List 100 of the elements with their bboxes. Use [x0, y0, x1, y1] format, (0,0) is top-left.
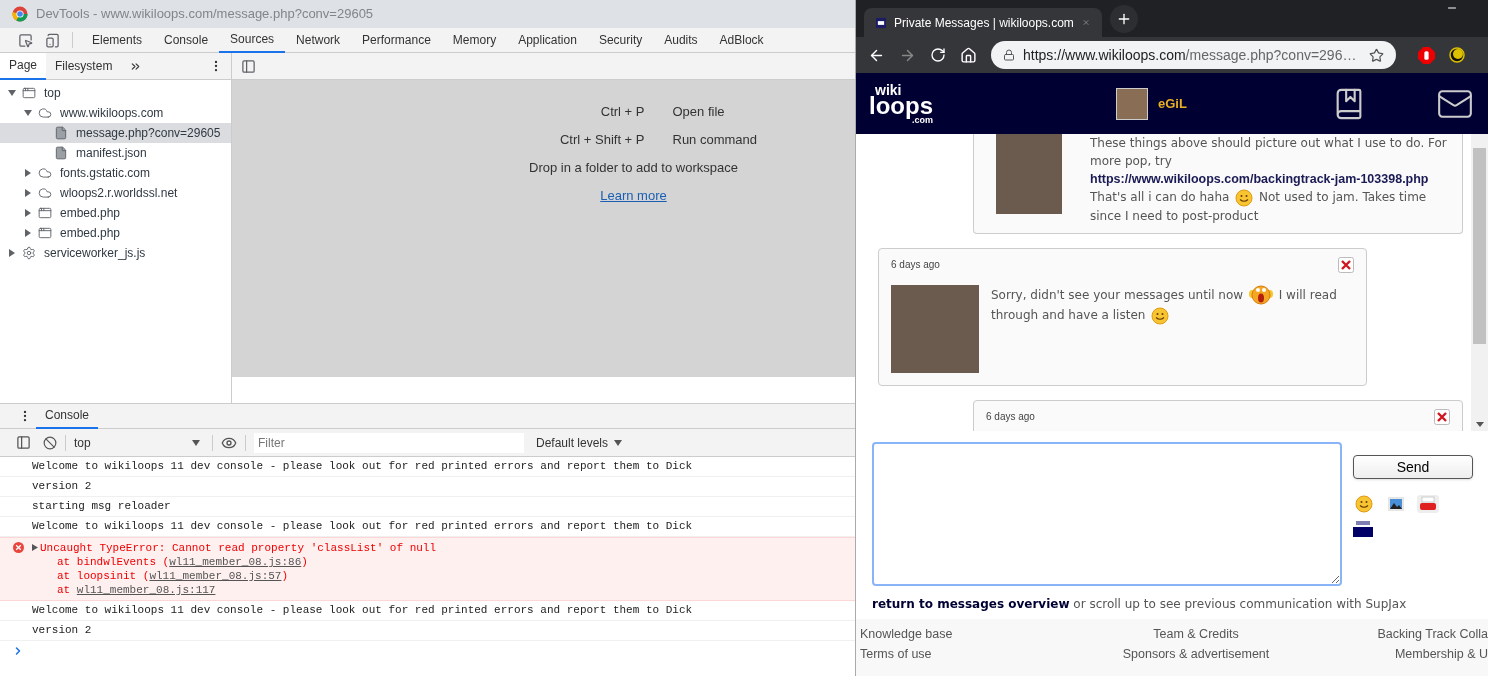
window-title: DevTools - www.wikiloops.com/message.php?conv=29605 [36, 5, 374, 24]
footer-link[interactable]: Team & Credits [1153, 625, 1239, 645]
lock-icon [1003, 49, 1015, 61]
sidebar-toggle-icon[interactable] [16, 435, 31, 450]
source-link[interactable]: wl11_member_08.js:117 [76, 584, 216, 596]
collapsed-arrow-icon[interactable] [24, 229, 32, 237]
photo-placeholder [1116, 87, 1148, 120]
message-text: These things above should picture out what I use to do. For more pop, try https://www.wikiloops.com/backingtrack-jam-103398.php That's all i can do haha Not used to jam. Takes time since I need to post-product [1090, 135, 1448, 225]
message-input[interactable] [872, 442, 1342, 586]
panel-tab[interactable]: Console [153, 27, 220, 53]
send-button[interactable]: Send [1353, 455, 1473, 479]
panel-tab[interactable]: Application [507, 27, 588, 53]
expanded-arrow-icon[interactable] [8, 89, 16, 97]
plus-icon [1116, 11, 1132, 27]
log-message: starting msg reloader [32, 499, 171, 515]
message-link[interactable]: https://www.wikiloops.com/backingtrack-jam-103398.php [1090, 172, 1429, 186]
stack-frame: at loopsinit (wl11_member_08.js:57) [40, 569, 437, 583]
log-message: Welcome to wikiloops 11 dev console - please look out for red printed errors and report them to Dick [32, 519, 693, 535]
log-message: Welcome to wikiloops 11 dev console - please look out for red printed errors and report them to Dick [32, 459, 693, 475]
extension-icon[interactable] [1449, 47, 1465, 63]
address-bar[interactable]: https://www.wikiloops.com/message.php?conv=296… [991, 41, 1396, 69]
tree-item[interactable]: embed.php [0, 223, 231, 243]
source-link[interactable]: wl11_member_08.js:86 [169, 556, 302, 568]
reload-icon[interactable] [930, 47, 946, 63]
new-tab-button[interactable] [1110, 5, 1138, 33]
footer-link[interactable]: Sponsors & advertisement [1122, 645, 1270, 665]
frame-icon [22, 86, 36, 100]
panel-tab[interactable]: Network [285, 27, 352, 53]
message-text: Sorry, didn't see your messages until now I will read through and have a listen [991, 284, 1351, 373]
message-date: 6 days ago [891, 258, 940, 272]
message-date: 6 days ago [986, 410, 1035, 424]
tree-item[interactable]: www.wikiloops.com [0, 103, 231, 123]
frame-icon [38, 226, 52, 240]
return-line: return to messages overview or scroll up to see previous communication with SupJax [872, 596, 1408, 613]
panel-tab[interactable]: Elements [81, 27, 154, 53]
device-toolbar-icon[interactable] [45, 32, 60, 48]
stop-hand-icon[interactable] [1418, 46, 1435, 64]
footer-link[interactable]: Knowledge base [860, 625, 953, 645]
gear-icon [22, 246, 36, 260]
footer-link[interactable]: Backing Track Colla [1377, 625, 1488, 645]
delete-icon[interactable] [1338, 256, 1354, 273]
workspace-hint: Drop in a folder to add to workspace [529, 159, 738, 178]
home-icon[interactable] [960, 46, 977, 64]
collapsed-arrow-icon[interactable] [24, 169, 32, 177]
delete-icon[interactable] [1434, 408, 1450, 425]
log-message: version 2 [32, 623, 92, 639]
panel-tab[interactable]: Security [587, 27, 654, 53]
scrollbar[interactable] [1471, 134, 1488, 431]
navigator-tab[interactable]: Page [0, 52, 47, 80]
collapsed-arrow-icon[interactable] [24, 209, 32, 217]
dropdown-arrow-icon [192, 439, 200, 446]
user-name[interactable]: eGiL [1158, 93, 1187, 114]
url-text: https://www.wikiloops.com/message.php?conv=296… [1023, 45, 1357, 65]
smiley-icon [1355, 495, 1373, 513]
learn-more-link[interactable]: Learn more [600, 182, 667, 210]
shortcut-action: Run command [672, 131, 759, 150]
browser-logo-icon [12, 6, 28, 22]
filter-field[interactable]: Filter [254, 432, 524, 453]
dropdown-arrow-icon [614, 439, 623, 446]
star-icon[interactable] [1369, 47, 1384, 63]
expanded-arrow-icon[interactable] [24, 109, 32, 117]
scroll-down-arrow-icon[interactable] [1475, 422, 1484, 427]
tree-item[interactable]: top [0, 83, 231, 103]
file-icon [54, 146, 68, 160]
footer-link[interactable]: Terms of use [860, 645, 932, 665]
levels-dropdown[interactable]: Default levels [536, 433, 623, 452]
tree-item[interactable]: manifest.json [0, 143, 231, 163]
screaming-face-icon [1248, 285, 1273, 305]
site-logo-icon[interactable] [1353, 518, 1373, 538]
panel-tab[interactable]: Performance [351, 27, 442, 53]
shortcut-keys: Ctrl + P [484, 102, 645, 122]
clear-console-icon[interactable] [43, 435, 57, 450]
tree-item[interactable]: fonts.gstatic.com [0, 163, 231, 183]
panel-tab[interactable]: Audits [653, 27, 709, 53]
context-select[interactable]: top [74, 433, 204, 452]
smiley-icon [1151, 306, 1170, 325]
source-link[interactable]: wl11_member_08.js:57 [149, 570, 282, 582]
stack-frame: at wl11_member_08.js:117 [40, 583, 437, 597]
video-icon[interactable] [1417, 495, 1439, 513]
expand-arrow-icon[interactable] [32, 544, 38, 551]
panel-tab[interactable]: Memory [441, 27, 508, 53]
tree-item[interactable]: message.php?conv=29605 [0, 123, 231, 143]
error-icon [13, 542, 24, 553]
panel-tab[interactable]: AdBlock [708, 27, 775, 53]
return-link[interactable]: return to messages overview [872, 597, 1070, 611]
frame-icon [38, 206, 52, 220]
tree-item[interactable]: serviceworker_js.js [0, 243, 231, 263]
inspect-icon[interactable] [18, 32, 33, 48]
collapsed-arrow-icon[interactable] [8, 249, 16, 257]
tree-item[interactable]: wloops2.r.worldssl.net [0, 183, 231, 203]
cloud-icon [38, 106, 52, 120]
toggle-sidebar-icon[interactable] [241, 58, 256, 74]
site-logo[interactable]: wiki loops .com [869, 82, 933, 125]
image-icon[interactable] [1388, 497, 1404, 511]
footer-link[interactable]: Membership & U [1394, 645, 1488, 665]
navigator-tab[interactable]: Filesystem [46, 52, 122, 80]
tree-item[interactable]: embed.php [0, 203, 231, 223]
log-message: version 2 [32, 479, 92, 495]
browser-tab[interactable]: Private Messages | wikiloops.com [864, 8, 1102, 37]
collapsed-arrow-icon[interactable] [24, 189, 32, 197]
